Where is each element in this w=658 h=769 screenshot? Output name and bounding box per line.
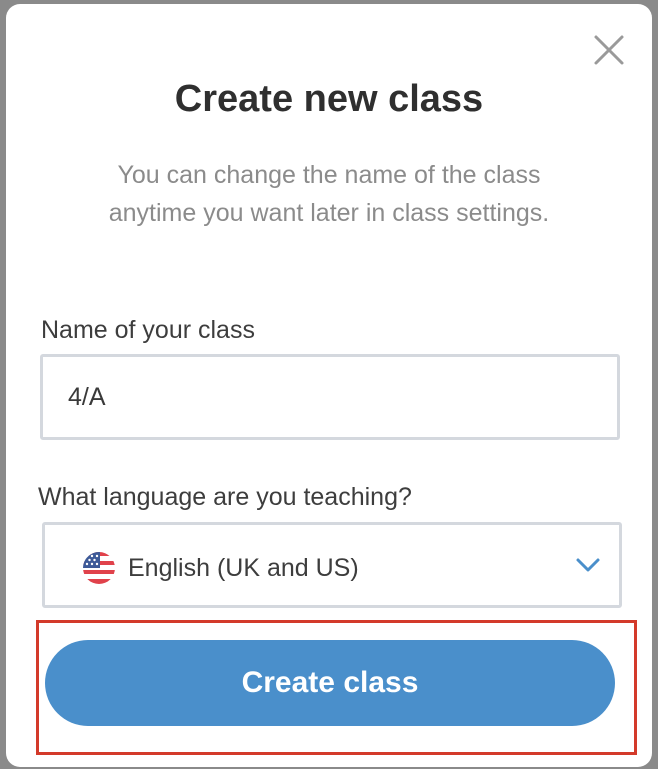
close-icon bbox=[594, 35, 624, 65]
language-select[interactable]: English (UK and US) bbox=[42, 522, 622, 608]
dialog-title: Create new class bbox=[174, 78, 484, 120]
class-name-input[interactable] bbox=[40, 354, 620, 440]
chevron-down-icon bbox=[576, 558, 600, 572]
dialog-subtitle: You can change the name of the class any… bbox=[108, 161, 550, 227]
close-button[interactable] bbox=[592, 33, 626, 67]
language-selected-value: English (UK and US) bbox=[128, 554, 359, 582]
language-label: What language are you teaching? bbox=[38, 483, 412, 511]
class-name-label: Name of your class bbox=[41, 316, 255, 344]
create-class-dialog: Create new class You can change the name… bbox=[6, 4, 652, 767]
us-flag-icon bbox=[83, 552, 115, 584]
create-class-button[interactable]: Create class bbox=[45, 640, 615, 726]
